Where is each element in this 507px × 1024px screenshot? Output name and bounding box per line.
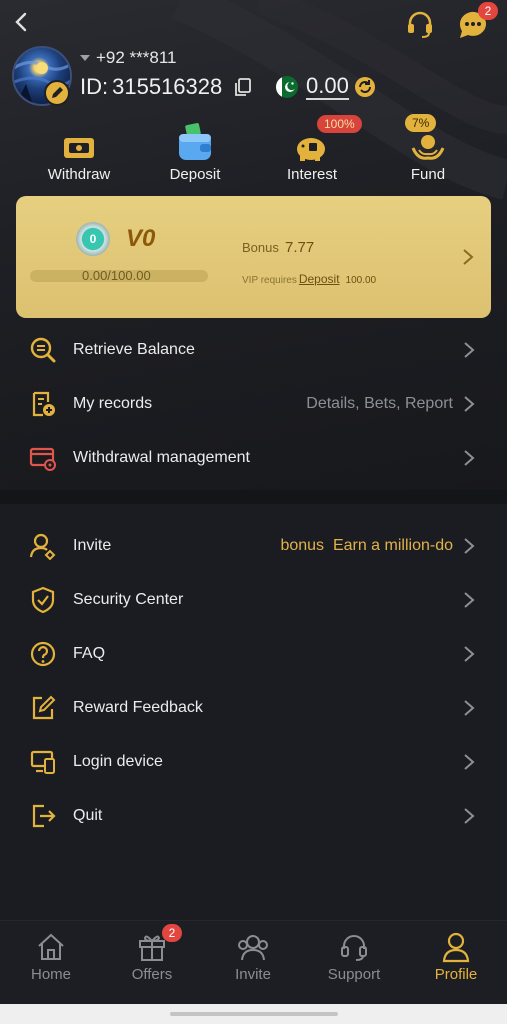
vip-requires-text: VIP requires [242, 275, 297, 286]
menu-item-reward-feedback[interactable]: Reward Feedback [0, 681, 507, 735]
vip-requires-amount: 100.00 [345, 275, 377, 286]
logout-icon [32, 804, 56, 828]
vip-medal-icon: 0 [76, 222, 110, 256]
interest-badge: 100% [317, 115, 362, 133]
messages-button[interactable]: 2 [456, 2, 498, 40]
piggy-bank-icon [297, 138, 325, 161]
menu-label: My records [73, 395, 153, 412]
card-gear-icon [29, 447, 56, 471]
menu-item-retrieve-balance[interactable]: Retrieve Balance [0, 323, 507, 377]
nav-label: Support [327, 966, 381, 983]
deposit-label: Deposit [169, 166, 221, 183]
vip-requirement: VIP requires Deposit 100.00 [242, 272, 376, 286]
refresh-icon [355, 77, 375, 97]
search-coin-icon [30, 337, 56, 363]
withdraw-icon [64, 138, 94, 158]
chevron-right-icon [464, 538, 475, 554]
refresh-balance-button[interactable] [354, 76, 376, 98]
chevron-right-icon [464, 700, 475, 716]
chevron-right-icon [464, 592, 475, 608]
bonus-label: Bonus [242, 240, 279, 255]
id-label: ID: [80, 74, 109, 99]
nav-support[interactable]: Support [314, 930, 394, 983]
back-button[interactable] [10, 10, 34, 34]
chevron-right-icon [464, 396, 475, 412]
shield-icon [31, 586, 55, 614]
wallet-icon [179, 123, 211, 160]
nav-label: Home [30, 966, 71, 983]
menu-item-invite[interactable]: Invite bonus Earn a million-do [0, 519, 507, 573]
nav-label: Invite [235, 966, 271, 983]
withdraw-label: Withdraw [47, 166, 111, 183]
invite-user-icon [29, 533, 56, 560]
menu-label: FAQ [73, 645, 106, 662]
menu-label: Retrieve Balance [73, 341, 195, 358]
records-icon [32, 391, 55, 417]
copy-icon[interactable] [234, 78, 252, 96]
user-id: ID: 315516328 [80, 74, 252, 100]
bonus-value: 7.77 [285, 239, 315, 256]
menu-label: Reward Feedback [73, 699, 203, 716]
id-value: 315516328 [112, 74, 223, 99]
chevron-right-icon [464, 450, 475, 466]
nav-profile[interactable]: Profile [416, 930, 496, 983]
vip-card[interactable] [16, 196, 491, 318]
interest-action[interactable]: 100% Interest [267, 115, 362, 183]
fund-label: Fund [410, 166, 446, 183]
headset-icon [408, 11, 432, 38]
nav-offers[interactable]: 2 Offers [112, 924, 192, 983]
headset-icon [341, 935, 367, 961]
menu-item-security-center[interactable]: Security Center [0, 573, 507, 627]
menu-label: Quit [73, 807, 103, 824]
fund-action[interactable]: 7% Fund [383, 114, 473, 183]
deposit-action[interactable]: Deposit [150, 118, 240, 183]
pencil-icon [52, 87, 63, 98]
home-indicator [0, 1004, 507, 1024]
chevron-right-icon [464, 808, 475, 824]
vip-progress-text: 0.00/100.00 [82, 268, 151, 283]
deposit-link[interactable]: Deposit [299, 272, 340, 286]
edit-avatar-button[interactable] [44, 80, 70, 106]
withdraw-action[interactable]: Withdraw [34, 118, 124, 183]
interest-label: Interest [286, 166, 338, 183]
menu-sublabel: Details, Bets, Report [306, 395, 453, 412]
chevron-right-icon[interactable] [462, 248, 474, 266]
wallet-balance[interactable]: 0.00 [306, 74, 349, 100]
chevron-left-icon [15, 12, 27, 32]
nav-label: Profile [434, 966, 478, 983]
menu-item-faq[interactable]: FAQ [0, 627, 507, 681]
nav-invite[interactable]: Invite [213, 930, 293, 983]
caret-down-icon [80, 55, 90, 61]
menu-label: Withdrawal management [73, 449, 250, 466]
menu-label: Security Center [73, 591, 184, 608]
question-icon [30, 641, 56, 667]
fund-badge: 7% [405, 114, 437, 132]
menu-item-login-device[interactable]: Login device [0, 735, 507, 789]
section-divider [0, 490, 507, 504]
offers-badge: 2 [162, 924, 182, 942]
menu-label: Invite [73, 537, 112, 554]
vip-level: V0 [126, 225, 156, 252]
nav-label: Offers [131, 966, 173, 983]
user-icon [442, 932, 470, 963]
home-icon [38, 933, 64, 960]
pakistan-flag-icon [276, 76, 298, 98]
menu-item-withdrawal-management[interactable]: Withdrawal management [0, 431, 507, 485]
message-count-badge: 2 [478, 2, 498, 20]
chevron-right-icon [464, 342, 475, 358]
devices-icon [30, 750, 55, 774]
menu-item-my-records[interactable]: My records Details, Bets, Report [0, 377, 507, 431]
customer-service-button[interactable] [404, 8, 436, 40]
phone-text: +92 ***811 [96, 48, 177, 67]
menu-sublabel: bonus Earn a million-do [280, 537, 453, 554]
users-icon [238, 935, 268, 961]
chevron-right-icon [464, 646, 475, 662]
hand-coin-icon [411, 135, 445, 160]
chevron-right-icon [464, 754, 475, 770]
nav-home[interactable]: Home [11, 930, 91, 983]
edit-icon [32, 695, 56, 720]
menu-item-quit[interactable]: Quit [0, 789, 507, 843]
phone-number[interactable]: +92 ***811 [80, 48, 177, 68]
menu-label: Login device [73, 753, 163, 770]
